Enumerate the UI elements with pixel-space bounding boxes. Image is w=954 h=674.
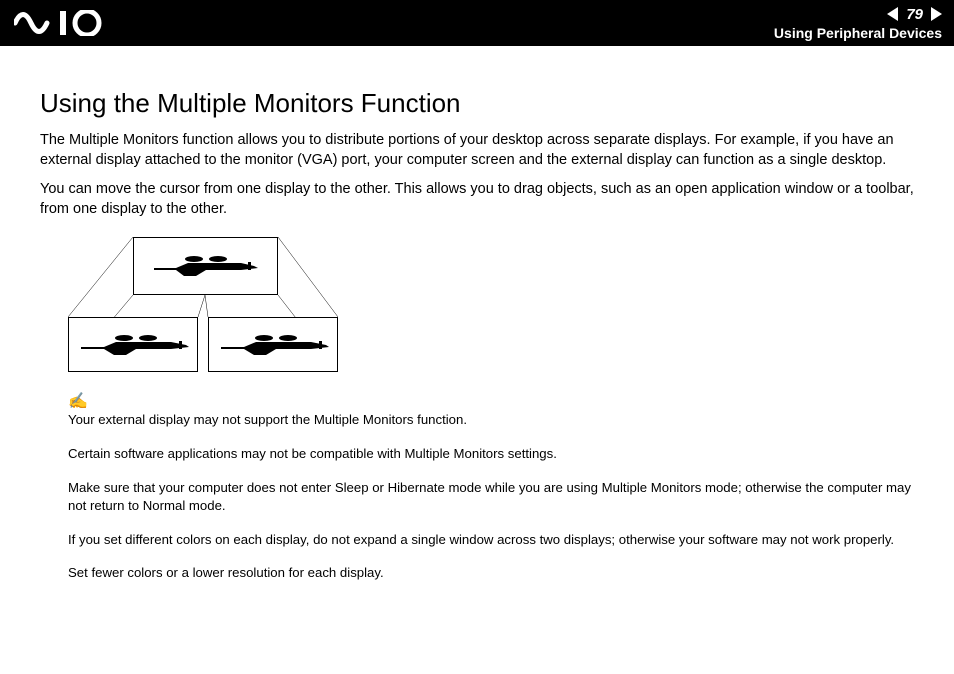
vaio-logo <box>14 10 134 36</box>
notes-section: ✍ Your external display may not support … <box>68 391 914 582</box>
header-right: 79 Using Peripheral Devices <box>774 6 942 41</box>
page-navigation: 79 <box>887 6 942 23</box>
monitor-combined <box>133 237 278 295</box>
intro-paragraph-1: The Multiple Monitors function allows yo… <box>40 131 914 170</box>
note-4: If you set different colors on each disp… <box>68 531 914 549</box>
note-3: Make sure that your computer does not en… <box>68 479 914 515</box>
multi-monitor-diagram <box>68 237 338 377</box>
section-title: Using Peripheral Devices <box>774 25 942 41</box>
page-title: Using the Multiple Monitors Function <box>40 88 914 119</box>
monitor-left <box>68 317 198 372</box>
prev-page-arrow[interactable] <box>887 7 898 21</box>
header-bar: 79 Using Peripheral Devices <box>0 0 954 46</box>
note-2: Certain software applications may not be… <box>68 445 914 463</box>
page-number: 79 <box>904 6 925 23</box>
note-icon: ✍ <box>68 391 914 411</box>
next-page-arrow[interactable] <box>931 7 942 21</box>
note-1: Your external display may not support th… <box>68 411 914 429</box>
intro-paragraph-2: You can move the cursor from one display… <box>40 180 914 219</box>
page-content: Using the Multiple Monitors Function The… <box>0 46 954 618</box>
monitor-right <box>208 317 338 372</box>
note-5: Set fewer colors or a lower resolution f… <box>68 564 914 582</box>
